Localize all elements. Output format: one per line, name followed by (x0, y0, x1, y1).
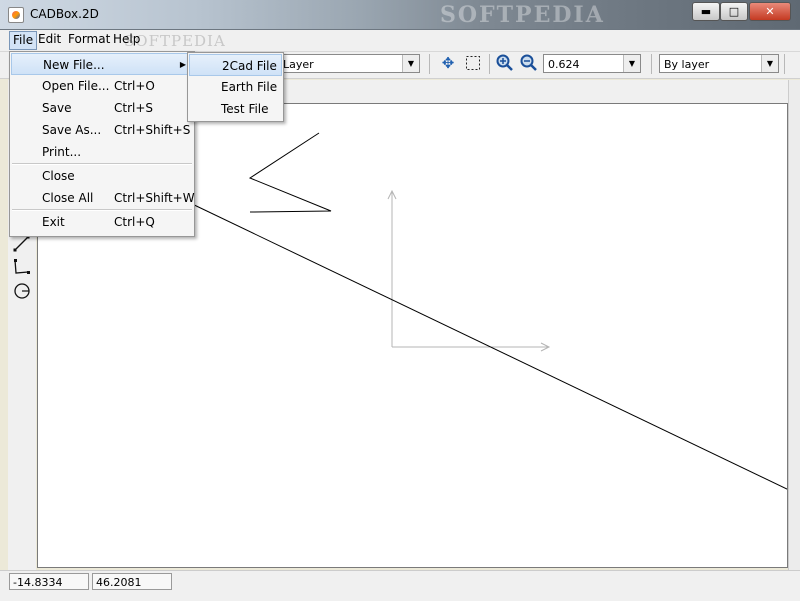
menu-item-label: Close All (42, 191, 94, 205)
linetype-combo[interactable]: By layer ▼ (659, 54, 779, 73)
submenu-item-label: 2Cad File (222, 59, 277, 73)
layer-combo-value: Layer (283, 58, 314, 71)
pan-icon[interactable]: ✥ (438, 53, 458, 73)
zoom-combo[interactable]: 0.624 ▼ (543, 54, 641, 73)
menu-file[interactable]: File (9, 31, 38, 50)
file-menu-popup: New File... ▶ Open File... Ctrl+O Save C… (9, 51, 195, 237)
zoom-out-icon[interactable] (519, 53, 539, 73)
app-icon[interactable] (8, 7, 24, 23)
menu-item-shortcut: Ctrl+S (114, 101, 154, 115)
menu-item-save-as[interactable]: Save As... Ctrl+Shift+S (11, 119, 193, 141)
close-icon: ✕ (765, 5, 775, 18)
wallpaper-watermark: SOFTPEDIA (440, 2, 605, 28)
menu-item-label: Save As... (42, 123, 102, 137)
menu-item-new-file[interactable]: New File... ▶ (11, 53, 193, 75)
linetype-combo-value: By layer (664, 58, 710, 71)
menu-item-shortcut: Ctrl+Shift+W (114, 191, 195, 205)
submenu-item-test-file[interactable]: Test File (189, 98, 282, 120)
diagonal-line[interactable] (187, 201, 787, 490)
layer-combo[interactable]: Layer ▼ (278, 54, 420, 73)
zigzag-polyline[interactable] (248, 132, 332, 213)
title-bar: SOFTPEDIA (0, 0, 800, 30)
menu-item-label: Print... (42, 145, 82, 159)
toolbar-separator (651, 54, 652, 74)
maximize-icon: □ (728, 5, 740, 18)
submenu-item-earth-file[interactable]: Earth File (189, 76, 282, 98)
submenu-item-label: Test File (221, 102, 269, 116)
menu-item-shortcut: Ctrl+Q (114, 215, 155, 229)
chevron-down-icon[interactable]: ▼ (402, 55, 419, 72)
menu-item-label: Save (42, 101, 72, 115)
menu-item-exit[interactable]: Exit Ctrl+Q (11, 211, 193, 233)
toolbar-separator (429, 54, 430, 74)
minimize-button[interactable]: ▬ (692, 2, 720, 21)
polyline-tool-icon[interactable] (12, 257, 32, 277)
menu-help[interactable]: Help (110, 31, 143, 48)
window-title: CADBox.2D (30, 7, 99, 21)
submenu-item-label: Earth File (221, 80, 278, 94)
menu-item-label: New File... (43, 58, 105, 72)
submenu-item-2cad-file[interactable]: 2Cad File (189, 54, 282, 76)
chevron-down-icon[interactable]: ▼ (623, 55, 640, 72)
zoom-in-icon[interactable] (495, 53, 515, 73)
zoom-combo-value: 0.624 (548, 58, 580, 71)
toolbar-separator (784, 54, 785, 74)
menu-item-label: Exit (42, 215, 65, 229)
toolbar-separator (489, 54, 490, 74)
menu-item-print[interactable]: Print... (11, 141, 193, 163)
new-file-submenu: 2Cad File Earth File Test File (187, 52, 284, 122)
menu-item-shortcut: Ctrl+Shift+S (114, 123, 191, 137)
submenu-arrow-icon: ▶ (179, 60, 186, 69)
minimize-icon: ▬ (700, 5, 712, 18)
menu-item-save[interactable]: Save Ctrl+S (11, 97, 193, 119)
select-rect-icon[interactable] (463, 53, 483, 73)
chevron-down-icon[interactable]: ▼ (761, 55, 778, 72)
menu-format[interactable]: Format (65, 31, 113, 48)
status-y-coordinate: 46.2081 (92, 573, 172, 590)
menu-item-label: Open File... (42, 79, 110, 93)
status-x-coordinate: -14.8334 (9, 573, 89, 590)
menu-edit[interactable]: Edit (35, 31, 64, 48)
menu-item-label: Close (42, 169, 75, 183)
menu-item-close-all[interactable]: Close All Ctrl+Shift+W (11, 187, 195, 209)
maximize-button[interactable]: □ (720, 2, 748, 21)
menu-item-open-file[interactable]: Open File... Ctrl+O (11, 75, 193, 97)
circle-tool-icon[interactable] (12, 281, 32, 301)
menu-item-shortcut: Ctrl+O (114, 79, 155, 93)
menu-item-close[interactable]: Close (11, 165, 193, 187)
vertical-scrollbar[interactable] (788, 80, 800, 570)
origin-axes (387, 189, 551, 352)
close-button[interactable]: ✕ (749, 2, 791, 21)
